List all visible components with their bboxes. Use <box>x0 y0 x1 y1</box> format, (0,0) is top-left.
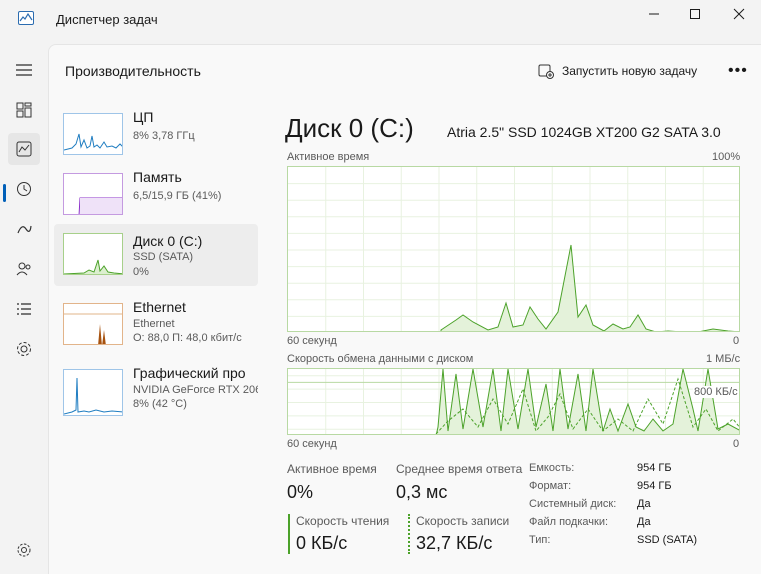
prop-key-format: Формат: <box>529 480 572 492</box>
prop-key-system-disk: Системный диск: <box>529 498 617 510</box>
nav-performance[interactable] <box>8 133 40 165</box>
prop-val-system-disk: Да <box>637 498 651 510</box>
hamburger-menu-button[interactable] <box>8 54 40 86</box>
transfer-rate-graph-xlabel: 60 секунд <box>287 438 337 450</box>
write-speed-indicator <box>408 514 410 554</box>
write-speed-label: Скорость записи <box>416 514 510 528</box>
maximize-icon <box>690 9 700 19</box>
startup-icon <box>17 225 32 234</box>
nav-processes[interactable] <box>8 94 40 126</box>
new-task-icon <box>538 64 554 79</box>
ethernet-thumbnail <box>63 303 123 345</box>
close-button[interactable] <box>716 0 761 28</box>
run-new-task-button[interactable]: Запустить новую задачу <box>538 61 697 81</box>
prop-key-capacity: Емкость: <box>529 462 575 474</box>
transfer-rate-graph-max: 1 МБ/с <box>706 353 741 365</box>
performance-icon <box>16 141 32 157</box>
active-time-value: 0% <box>287 482 314 502</box>
nav-services[interactable] <box>8 333 40 365</box>
device-disk-usage: 0% <box>133 266 149 278</box>
nav-rail <box>0 44 48 574</box>
device-gpu-name: Графический про <box>133 365 246 381</box>
active-time-graph-label: Активное время <box>287 151 370 163</box>
history-icon <box>17 182 31 196</box>
device-cpu-name: ЦП <box>133 109 154 125</box>
active-time-graph-max: 100% <box>712 151 741 163</box>
page-title: Производительность <box>65 63 201 79</box>
disk-title: Диск 0 (C:) <box>285 113 414 143</box>
close-icon <box>733 8 745 20</box>
cpu-thumbnail <box>63 113 123 155</box>
task-manager-icon <box>18 11 34 25</box>
transfer-rate-graph-label: Скорость обмена данными с диском <box>287 353 474 365</box>
read-speed-label: Скорость чтения <box>296 514 390 528</box>
active-time-graph-min: 0 <box>733 335 740 347</box>
gear-icon <box>17 543 31 557</box>
prop-val-type: SSD (SATA) <box>637 534 698 546</box>
run-new-task-label: Запустить новую задачу <box>562 64 698 78</box>
services-icon <box>17 342 31 356</box>
avg-response-value: 0,3 мс <box>396 482 448 502</box>
device-ethernet-adapter: Ethernet <box>133 318 175 330</box>
processes-icon <box>16 102 32 118</box>
prop-val-format: 954 ГБ <box>637 480 672 492</box>
device-gpu[interactable]: Графический про NVIDIA GeForce RTX 206 8… <box>54 364 258 426</box>
device-ethernet-name: Ethernet <box>133 299 186 315</box>
transfer-rate-graph-min: 0 <box>733 438 740 450</box>
prop-val-page-file: Да <box>637 516 651 528</box>
transfer-rate-mark-label: 800 КБ/с <box>693 386 739 398</box>
window-title: Диспетчер задач <box>56 12 158 27</box>
device-memory-name: Память <box>133 169 182 185</box>
hamburger-icon <box>16 64 32 76</box>
device-disk-name: Диск 0 (C:) <box>133 233 203 249</box>
maximize-button[interactable] <box>672 0 718 28</box>
minimize-icon <box>649 13 659 15</box>
more-options-button[interactable]: ••• <box>728 62 748 80</box>
device-gpu-model: NVIDIA GeForce RTX 206 <box>133 384 258 396</box>
device-memory-usage: 6,5/15,9 ГБ (41%) <box>133 190 222 202</box>
prop-key-page-file: Файл подкачки: <box>529 516 609 528</box>
device-disk-0[interactable]: Диск 0 (C:) SSD (SATA) 0% <box>54 224 258 286</box>
nav-startup-apps[interactable] <box>8 213 40 245</box>
avg-response-label: Среднее время ответа <box>396 462 523 476</box>
nav-details[interactable] <box>8 293 40 325</box>
active-time-graph <box>287 166 740 332</box>
device-gpu-usage: 8% (42 °C) <box>133 398 187 410</box>
prop-key-type: Тип: <box>529 534 551 546</box>
disk-model: Atria 2.5" SSD 1024GB XT200 G2 SATA 3.0 <box>447 124 721 140</box>
nav-users[interactable] <box>8 253 40 285</box>
users-icon <box>16 262 31 276</box>
device-memory[interactable]: Память 6,5/15,9 ГБ (41%) <box>54 168 258 230</box>
memory-thumbnail <box>63 173 123 215</box>
device-cpu[interactable]: ЦП 8% 3,78 ГГц <box>54 108 258 170</box>
minimize-button[interactable] <box>631 0 677 28</box>
disk-thumbnail <box>63 233 123 275</box>
nav-app-history[interactable] <box>8 173 40 205</box>
nav-settings[interactable] <box>8 534 40 566</box>
device-disk-type: SSD (SATA) <box>133 251 194 263</box>
device-cpu-usage: 8% 3,78 ГГц <box>133 130 195 142</box>
read-speed-value: 0 КБ/с <box>296 533 348 553</box>
title-bar: Диспетчер задач <box>0 0 761 40</box>
active-time-label: Активное время <box>287 462 377 476</box>
gpu-thumbnail <box>63 369 123 416</box>
details-list-icon <box>17 303 31 315</box>
active-time-graph-xlabel: 60 секунд <box>287 335 337 347</box>
transfer-rate-graph <box>287 368 740 435</box>
device-ethernet[interactable]: Ethernet Ethernet О: 88,0 П: 48,0 кбит/с <box>54 298 258 360</box>
prop-val-capacity: 954 ГБ <box>637 462 672 474</box>
nav-active-indicator <box>3 184 6 202</box>
write-speed-value: 32,7 КБ/с <box>416 533 493 553</box>
read-speed-indicator <box>288 514 290 554</box>
device-ethernet-throughput: О: 88,0 П: 48,0 кбит/с <box>133 332 242 344</box>
